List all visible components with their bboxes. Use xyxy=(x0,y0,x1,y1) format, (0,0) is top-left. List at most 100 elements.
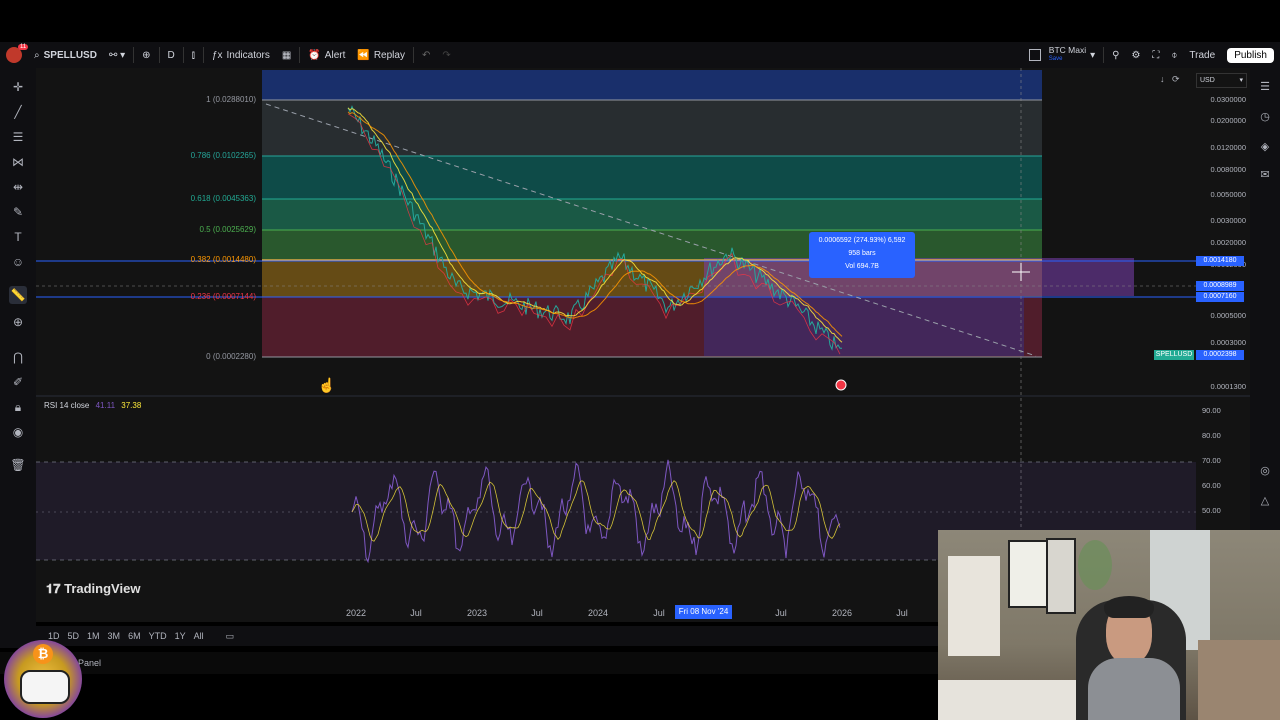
redo-icon: ↷ xyxy=(442,49,451,61)
interval-button[interactable]: D xyxy=(162,42,181,68)
currency-label: USD xyxy=(1200,77,1215,84)
alerts-panel-button[interactable]: ◷ xyxy=(1257,108,1273,124)
snapshot-button[interactable]: ⌽ xyxy=(1165,42,1183,68)
icon-tool[interactable]: ☺ xyxy=(9,253,27,271)
magnet-tool[interactable]: ⋂ xyxy=(9,348,27,366)
symbol-search-button[interactable]: ⌕ SPELLUSD xyxy=(28,42,103,68)
alert-label: Alert xyxy=(324,49,346,61)
quick-search-button[interactable]: ⚲ xyxy=(1106,42,1125,68)
crosshair-tool[interactable]: ✛ xyxy=(9,78,27,96)
trend-line-tool[interactable]: ╱ xyxy=(9,103,27,121)
range-button-5d[interactable]: 5D xyxy=(64,631,84,641)
time-tick-4: 2024 xyxy=(587,608,609,618)
pattern-tool[interactable]: ⋈ xyxy=(9,153,27,171)
mascot-face-icon xyxy=(20,670,70,704)
chart-pane[interactable]: 1 (0.0288010) 0.786 (0.0102265) 0.618 (0.0… xyxy=(36,68,1250,608)
price-tick-2: 0.0120000 xyxy=(1210,143,1246,152)
settings-button[interactable]: ⚙ xyxy=(1125,42,1146,68)
fib-label-1: 0.786 (0.0102265) xyxy=(190,151,256,160)
event-marker-icon[interactable] xyxy=(835,379,847,391)
range-button-3m[interactable]: 3M xyxy=(104,631,125,641)
zoom-tool[interactable]: ⊕ xyxy=(9,313,27,331)
undo-button[interactable]: ↶ xyxy=(416,42,436,68)
brush-tool[interactable]: ✎ xyxy=(9,203,27,221)
range-button-1y[interactable]: 1Y xyxy=(171,631,190,641)
add-symbol-button[interactable]: ⊕ xyxy=(136,42,156,68)
fib-label-0: 1 (0.0288010) xyxy=(206,95,256,104)
templates-button[interactable]: ▦ xyxy=(276,42,297,68)
target-button[interactable]: ◎ xyxy=(1257,462,1273,478)
download-icon[interactable]: ↓ xyxy=(1160,74,1165,84)
remove-tool[interactable]: 🗑︎ xyxy=(9,456,27,474)
chat-button[interactable]: ✉ xyxy=(1257,166,1273,182)
price-axis[interactable]: ↓ ⟳ USD ▾ 0.0300000 0.0200000 0.0120000 0.0… xyxy=(1154,68,1250,393)
compare-button[interactable]: ⚯ ▾ xyxy=(103,42,131,68)
tradingview-watermark: 𝟏𝟕 TradingView xyxy=(46,581,140,597)
currency-select[interactable]: USD ▾ xyxy=(1196,73,1247,88)
square-icon xyxy=(1028,49,1041,61)
axis-icons: ↓ ⟳ xyxy=(1160,74,1180,85)
crosshair-date-label: Fri 08 Nov '24 xyxy=(675,605,732,619)
measure-tooltip: 0.0006592 (274.93%) 6,592 958 bars Vol 6… xyxy=(809,232,915,278)
undo-icon: ↶ xyxy=(421,49,431,61)
fib-tool[interactable]: ☰ xyxy=(9,128,27,146)
text-tool[interactable]: T xyxy=(9,228,27,246)
range-button-6m[interactable]: 6M xyxy=(124,631,145,641)
eye-icon: ◉ xyxy=(12,425,24,439)
redo-button[interactable]: ↷ xyxy=(436,42,456,68)
drawing-toolbar: ✛ ╱ ☰ ⋈ ⇹ ✎ T ☺ 📏 ⊕ ⋂ ✐ 🔒︎ ◉ 🗑︎ xyxy=(0,68,36,648)
person-hair xyxy=(1104,596,1154,618)
chevron-down-icon: ▾ xyxy=(1090,49,1096,61)
range-button-1m[interactable]: 1M xyxy=(83,631,104,641)
measure-rect xyxy=(704,258,1134,296)
price-tick-5: 0.0030000 xyxy=(1210,216,1246,225)
publish-button[interactable]: Publish xyxy=(1221,42,1280,68)
layers-icon: ◈ xyxy=(1260,140,1270,153)
ruler-icon: 📏 xyxy=(10,288,26,302)
range-button-ytd[interactable]: YTD xyxy=(145,631,171,641)
rsi-legend[interactable]: RSI 14 close 41.11 37.38 xyxy=(44,401,141,410)
chart-type-button[interactable]: ⫾ xyxy=(186,42,201,68)
desk xyxy=(938,680,1078,720)
refresh-icon[interactable]: ⟳ xyxy=(1172,74,1180,84)
rewind-icon: ⏪ xyxy=(357,49,370,61)
object-tree-button[interactable]: ◈ xyxy=(1257,138,1273,154)
help-button[interactable]: △ xyxy=(1257,492,1273,508)
replay-button[interactable]: ⏪ Replay xyxy=(351,42,411,68)
measure-change: 0.0006592 (274.93%) 6,592 xyxy=(818,237,906,244)
target-icon: ◎ xyxy=(1260,464,1270,477)
lock-tool[interactable]: 🔒︎ xyxy=(9,398,27,416)
price-chart-canvas[interactable] xyxy=(36,68,1250,608)
date-range-button[interactable]: ▭ xyxy=(222,631,239,642)
trade-button[interactable]: Trade xyxy=(1183,42,1221,68)
fib-icon: ☰ xyxy=(12,130,24,144)
panel-tab[interactable]: Panel xyxy=(78,658,101,668)
stay-drawing-tool[interactable]: ✐ xyxy=(9,373,27,391)
layout-save-status: Save xyxy=(1048,56,1063,62)
price-tick-1: 0.0200000 xyxy=(1210,116,1246,125)
time-tick-8: Jul xyxy=(896,608,908,618)
compare-icon: ⚯ ▾ xyxy=(108,49,126,61)
fullscreen-button[interactable]: ⛶ xyxy=(1146,42,1165,68)
top-toolbar: 11 ⌕ SPELLUSD ⚯ ▾ ⊕ D ⫾ ƒx Indicators ▦ … xyxy=(0,42,1280,68)
fullscreen-icon: ⛶ xyxy=(1152,49,1160,61)
wall-frame-1 xyxy=(1008,540,1048,608)
list-icon: ☰ xyxy=(1260,80,1270,93)
trend-line-icon: ╱ xyxy=(14,105,22,119)
watchlist-button[interactable]: ☰ xyxy=(1257,78,1273,94)
watermark-text: TradingView xyxy=(64,581,141,596)
avatar[interactable]: 11 xyxy=(0,42,29,68)
alert-button[interactable]: ⏰ Alert xyxy=(302,42,351,68)
layout-select-button[interactable]: BTC Maxi Save ▾ xyxy=(1023,42,1101,68)
range-button-all[interactable]: All xyxy=(190,631,208,641)
forecast-tool[interactable]: ⇹ xyxy=(9,178,27,196)
indicators-label: Indicators xyxy=(226,49,270,61)
measure-rect-lower xyxy=(704,296,1024,356)
indicators-button[interactable]: ƒx Indicators xyxy=(206,42,276,68)
lock-icon: 🔒︎ xyxy=(14,399,22,414)
hide-tool[interactable]: ◉ xyxy=(9,423,27,441)
ruler-tool[interactable]: 📏 xyxy=(9,286,27,304)
cursor-hand-icon: ☝ xyxy=(318,377,336,393)
smiley-icon: ☺ xyxy=(11,255,25,269)
trash-icon: 🗑︎ xyxy=(10,458,26,472)
